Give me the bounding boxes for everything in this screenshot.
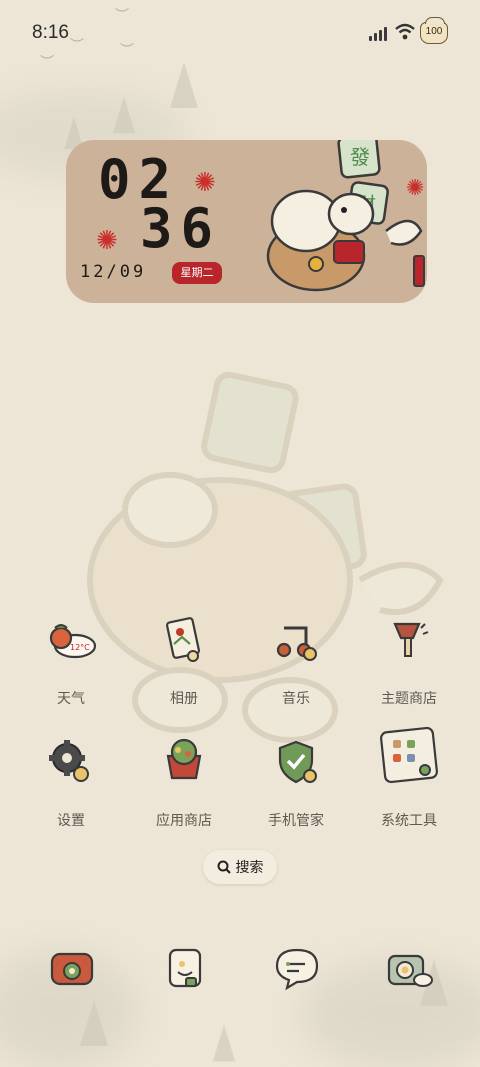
- wifi-icon: [395, 23, 415, 40]
- messages-icon[interactable]: [271, 942, 323, 994]
- system-tools-icon: [380, 726, 438, 784]
- search-button[interactable]: 搜索: [203, 850, 277, 884]
- app-label-system-tools: 系统工具: [381, 813, 437, 829]
- app-store-icon: [166, 738, 202, 780]
- status-bar: 8:16 100: [0, 0, 480, 68]
- app-settings[interactable]: 设置: [16, 736, 126, 830]
- widget-weekday: 星期二: [172, 262, 222, 284]
- svg-text:12°C: 12°C: [70, 643, 90, 652]
- music-icon: [276, 626, 317, 661]
- phone-icon[interactable]: [46, 942, 98, 994]
- widget-date: 12/09: [80, 262, 147, 282]
- app-label-phone-manager: 手机管家: [268, 813, 324, 829]
- camera-icon[interactable]: [383, 942, 435, 994]
- app-label-settings: 设置: [57, 813, 85, 829]
- pine-tree: [112, 96, 136, 134]
- status-time: 8:16: [32, 22, 69, 43]
- mascot-horse-illustration: 發 财: [266, 140, 425, 292]
- pine-tree: [212, 1024, 236, 1062]
- weather-icon: 12°C: [49, 624, 97, 659]
- signal-icon: [369, 26, 387, 41]
- app-theme-store[interactable]: 主题商店: [354, 614, 464, 708]
- contacts-icon[interactable]: [158, 942, 210, 994]
- app-label-weather: 天气: [57, 691, 85, 707]
- battery-icon: 100: [420, 17, 448, 44]
- pine-tree: [170, 62, 198, 108]
- search-icon: [217, 860, 231, 874]
- theme-store-icon: [393, 622, 429, 657]
- svg-text:發: 發: [350, 145, 370, 169]
- app-music[interactable]: 音乐: [241, 614, 351, 708]
- app-phone-manager[interactable]: 手机管家: [241, 736, 351, 830]
- pine-tree: [80, 1000, 108, 1046]
- gallery-icon: [165, 617, 201, 662]
- clock-widget[interactable]: 02 36 12/09 星期二 ✺ ✺ ✺ 發 财: [66, 140, 427, 303]
- firework-icon: ✺: [96, 226, 118, 256]
- app-label-theme-store: 主题商店: [381, 691, 437, 707]
- app-gallery[interactable]: 相册: [129, 614, 239, 708]
- app-label-app-store: 应用商店: [156, 813, 212, 829]
- firework-icon: ✺: [194, 168, 216, 198]
- search-label: 搜索: [235, 860, 264, 876]
- widget-minute: 36: [140, 197, 222, 260]
- phone-manager-icon: [278, 740, 317, 784]
- mascot-illustration: [87, 371, 444, 743]
- app-label-music: 音乐: [282, 691, 310, 707]
- app-label-gallery: 相册: [170, 691, 198, 707]
- app-weather[interactable]: 12°C 天气: [16, 614, 126, 708]
- app-system-tools[interactable]: 系统工具: [354, 724, 464, 830]
- settings-icon: [49, 740, 89, 782]
- app-app-store[interactable]: 应用商店: [129, 736, 239, 830]
